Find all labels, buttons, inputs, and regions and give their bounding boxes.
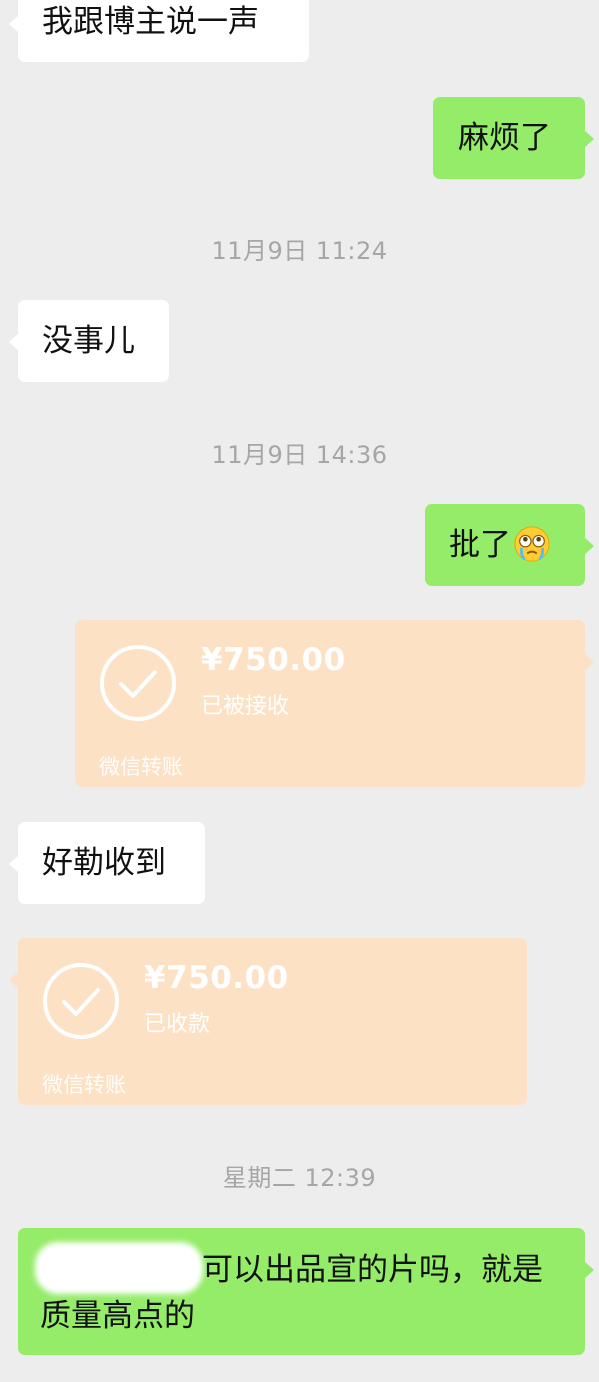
transfer-footer-label: 微信转账 xyxy=(99,755,183,779)
check-circle-icon xyxy=(43,963,119,1039)
message-text: 好勒收到 xyxy=(42,845,166,881)
message-bubble-incoming[interactable]: 好勒收到 xyxy=(9,822,205,904)
check-circle-icon xyxy=(100,645,176,721)
message-bubble-incoming[interactable]: 我跟博主说一声 xyxy=(9,0,309,62)
message-text: 我跟博主说一声 xyxy=(42,4,259,40)
crying-face-emoji-icon xyxy=(514,525,550,562)
message-bubble-incoming[interactable]: 没事儿 xyxy=(9,300,169,382)
message-text: 麻烦了 xyxy=(458,120,551,156)
message-text: 批了 xyxy=(449,527,511,563)
transfer-card-outgoing[interactable]: ¥750.00 已被接收 微信转账 xyxy=(75,620,594,787)
message-text: 可以出品宣的片吗，就是 xyxy=(202,1252,543,1288)
message-bubble-outgoing[interactable]: 可以出品宣的片吗，就是 质量高点的 xyxy=(18,1228,594,1355)
transfer-card-incoming[interactable]: ¥750.00 已收款 微信转账 xyxy=(9,938,527,1105)
message-text: 没事儿 xyxy=(42,323,135,359)
message-text: 质量高点的 xyxy=(40,1298,195,1334)
redacted-area xyxy=(40,1246,198,1289)
transfer-amount: ¥750.00 xyxy=(201,642,346,678)
message-bubble-outgoing[interactable]: 麻烦了 xyxy=(433,97,594,179)
timestamp: 11月9日 14:36 xyxy=(211,441,388,469)
transfer-status: 已收款 xyxy=(144,1012,211,1037)
transfer-status: 已被接收 xyxy=(201,694,290,719)
timestamp: 星期二 12:39 xyxy=(222,1164,377,1192)
timestamp: 11月9日 11:24 xyxy=(211,237,388,265)
message-bubble-outgoing[interactable]: 批了 xyxy=(425,504,594,586)
transfer-footer-label: 微信转账 xyxy=(42,1073,126,1097)
transfer-amount: ¥750.00 xyxy=(144,960,289,996)
